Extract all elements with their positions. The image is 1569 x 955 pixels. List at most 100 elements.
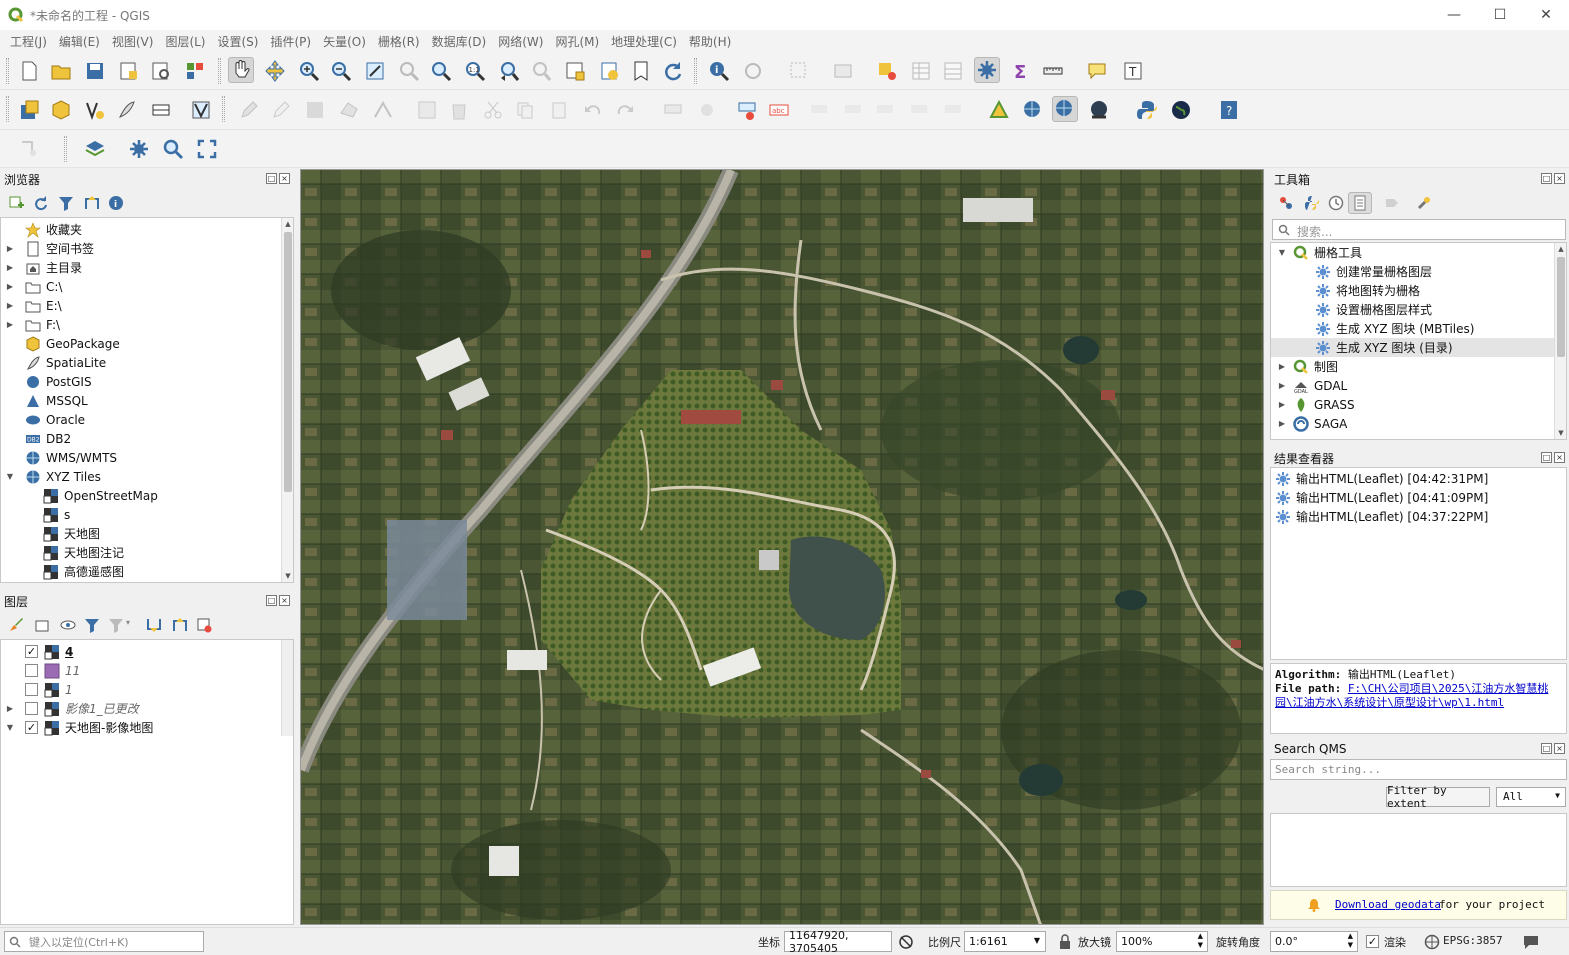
zoom-native-icon[interactable]: 1:1 [462, 58, 488, 84]
results-viewer-toggle[interactable] [1348, 192, 1372, 214]
algorithm-item[interactable]: 设置栅格图层样式 [1271, 300, 1554, 319]
result-item[interactable]: 输出HTML(Leaflet) [04:41:09PM] [1275, 488, 1488, 507]
browser-item[interactable]: PostGIS [5, 372, 92, 391]
browser-item[interactable]: 收藏夹 [5, 220, 82, 239]
triangle-plugin-icon[interactable] [986, 97, 1012, 123]
float-panel-button[interactable]: □ [1541, 452, 1552, 463]
remove-layer-icon[interactable] [196, 617, 212, 633]
chevron-right-icon[interactable]: ▶ [1277, 419, 1287, 428]
layer-item[interactable]: ▶ 影像1_已更改 [5, 699, 139, 718]
modify-attributes-icon[interactable] [414, 97, 440, 123]
virtual-layer-icon[interactable] [188, 97, 214, 123]
zoom-out-icon[interactable] [328, 58, 354, 84]
algorithm-item[interactable]: 将地图转为栅格 [1271, 281, 1554, 300]
python-console-icon[interactable] [1134, 97, 1160, 123]
attribute-table-icon[interactable] [908, 58, 934, 84]
new-virtual-layer-icon[interactable] [148, 97, 174, 123]
rotation-spinbox[interactable]: 0.0° ▲ ▼ [1270, 931, 1358, 952]
models-icon[interactable] [1278, 195, 1294, 211]
move-label-icon[interactable] [840, 97, 866, 123]
browser-item[interactable]: s [23, 505, 70, 524]
cut-features-icon[interactable] [480, 97, 506, 123]
measure-line-icon[interactable] [1040, 58, 1066, 84]
processing-toolbox-icon[interactable] [974, 57, 1000, 83]
rotate-label-icon[interactable] [872, 97, 898, 123]
identify-icon[interactable]: i [706, 58, 732, 84]
run-action-icon[interactable] [740, 58, 766, 84]
save-edits-icon[interactable] [302, 97, 328, 123]
chevron-right-icon[interactable]: ▶ [1277, 400, 1287, 409]
provider-group[interactable]: ▶ GDAL GDAL [1271, 376, 1554, 395]
menu-help[interactable]: 帮助(H) [683, 33, 737, 50]
collapse-all-layers-icon[interactable] [172, 617, 188, 633]
undo-icon[interactable] [580, 97, 606, 123]
chevron-right-icon[interactable]: ▶ [5, 704, 15, 713]
new-geopackage-icon[interactable] [48, 97, 74, 123]
close-panel-button[interactable]: × [279, 595, 290, 606]
copy-features-icon[interactable] [512, 97, 538, 123]
chevron-right-icon[interactable]: ▶ [5, 282, 15, 291]
redo-icon[interactable] [612, 97, 638, 123]
menu-settings[interactable]: 设置(S) [212, 33, 265, 50]
locate-search-input[interactable]: 键入以定位(Ctrl+K) [4, 931, 204, 952]
float-panel-button[interactable]: □ [1541, 173, 1552, 184]
filter-expression-icon[interactable] [108, 617, 124, 633]
menu-project[interactable]: 工程(J) [4, 33, 53, 50]
info-icon[interactable]: i [108, 195, 124, 211]
pan-hand-icon[interactable] [228, 57, 254, 83]
crs-label[interactable]: EPSG:3857 [1443, 934, 1503, 947]
browser-item[interactable]: Oracle [5, 410, 85, 429]
open-project-icon[interactable] [48, 58, 74, 84]
layer-labeling-icon[interactable] [734, 97, 760, 123]
search-plugin-icon[interactable] [160, 136, 186, 162]
chevron-right-icon[interactable]: ▶ [5, 301, 15, 310]
manage-visibility-icon[interactable] [60, 617, 76, 633]
toolbox-search-input[interactable]: 搜索... [1272, 219, 1566, 240]
zoom-next-icon[interactable] [528, 58, 554, 84]
layer-stack-icon[interactable] [82, 136, 108, 162]
filter-legend-icon[interactable] [84, 617, 100, 633]
layer-item[interactable]: 1 [5, 680, 73, 699]
menu-database[interactable]: 数据库(D) [426, 33, 493, 50]
float-panel-button[interactable]: □ [266, 173, 277, 184]
filepath-link[interactable]: F:\CH\公司项目\2025\江油方水智慧桃 [1348, 682, 1548, 695]
crs-globe-icon[interactable] [1424, 934, 1440, 950]
layer-visibility-checkbox[interactable]: ✓ [25, 721, 38, 734]
provider-group[interactable]: ▼ 栅格工具 [1271, 243, 1554, 262]
add-layer-icon[interactable] [8, 195, 24, 211]
float-panel-button[interactable]: □ [266, 595, 277, 606]
pin-labels-icon[interactable] [694, 97, 720, 123]
browser-item[interactable]: ▼ XYZ Tiles [5, 467, 101, 486]
expand-all-icon[interactable] [146, 617, 162, 633]
browser-item[interactable]: ▶ 主目录 [5, 258, 82, 277]
delete-selected-icon[interactable] [446, 97, 472, 123]
browser-item[interactable]: MSSQL [5, 391, 88, 410]
close-panel-button[interactable]: × [1554, 173, 1565, 184]
layer-item[interactable]: 11 [5, 661, 80, 680]
map-canvas[interactable] [300, 169, 1264, 925]
toolbox-scrollbar[interactable]: ▲ ▼ [1554, 243, 1566, 439]
bookmark-icon[interactable] [628, 58, 654, 84]
filter-icon[interactable] [58, 195, 74, 211]
help-icon[interactable]: ? [1216, 97, 1242, 123]
messages-icon[interactable] [1522, 934, 1540, 950]
temporal-controller-icon[interactable] [596, 58, 622, 84]
select-features-icon[interactable] [786, 58, 812, 84]
algorithm-item[interactable]: 生成 XYZ 图块 (目录) [1271, 338, 1554, 357]
chevron-right-icon[interactable]: ▶ [5, 244, 15, 253]
map-tips-icon[interactable] [1084, 58, 1110, 84]
minimize-button[interactable]: — [1431, 0, 1477, 30]
menu-processing[interactable]: 地理处理(C) [605, 33, 683, 50]
history-clock-icon[interactable] [1328, 195, 1344, 211]
digitize-shape-icon[interactable] [16, 136, 42, 162]
add-group-icon[interactable] [34, 617, 50, 633]
maximize-button[interactable]: ☐ [1477, 0, 1523, 30]
vertex-tool-icon[interactable] [370, 97, 396, 123]
qms-search-icon[interactable] [1052, 96, 1078, 122]
qms-filter-select[interactable]: All ▼ [1496, 787, 1566, 807]
close-button[interactable]: ✕ [1523, 0, 1569, 30]
menu-vector[interactable]: 矢量(O) [317, 33, 372, 50]
show-hide-labels-icon[interactable] [806, 97, 832, 123]
menu-layer[interactable]: 图层(L) [159, 33, 211, 50]
browser-item[interactable]: 高德遥感图 [23, 562, 124, 581]
